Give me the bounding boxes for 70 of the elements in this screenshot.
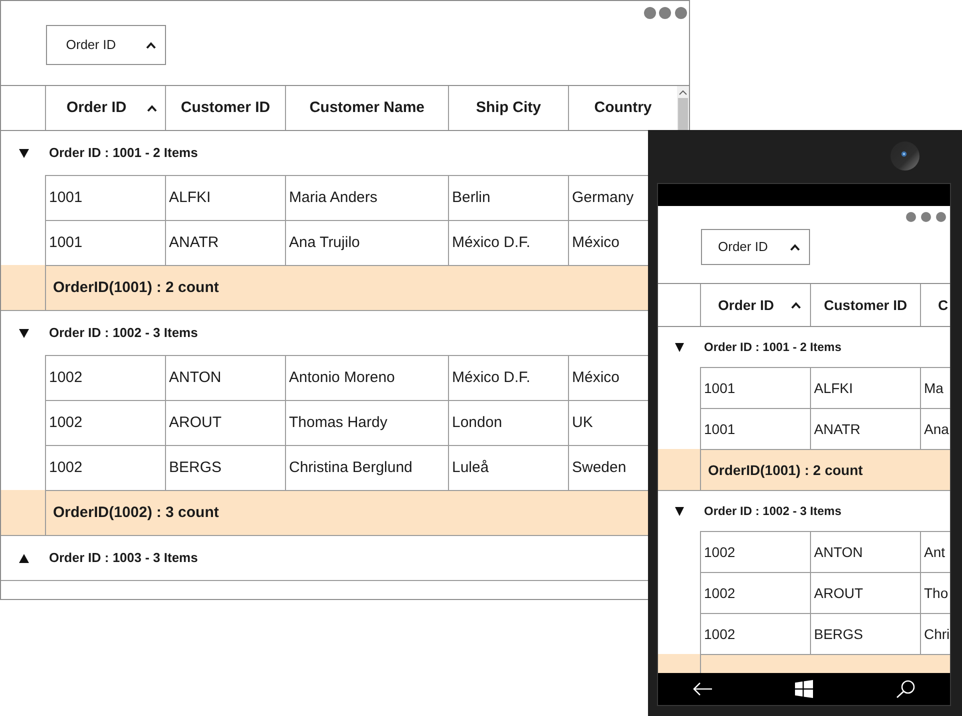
down-triangle-icon[interactable] (675, 506, 684, 516)
table-cell: Thomas Hardy (285, 400, 448, 445)
table-cell: Tho (920, 572, 950, 613)
back-arrow-icon[interactable] (693, 682, 712, 696)
column-header[interactable]: Customer ID (165, 86, 285, 130)
table-cell: ANTON (165, 355, 285, 400)
column-header[interactable]: C (920, 284, 950, 326)
table-cell: Chri (920, 613, 950, 654)
column-header[interactable]: Customer ID (810, 284, 920, 326)
table-cell: 1002 (45, 445, 165, 490)
down-triangle-icon[interactable] (19, 328, 29, 338)
table-cell: AROUT (165, 400, 285, 445)
table-cell: México D.F. (448, 220, 568, 265)
camera-lens-icon (890, 141, 920, 171)
table-cell: México D.F. (448, 355, 568, 400)
table-cell: ALFKI (810, 367, 920, 408)
table-cell: 1001 (700, 367, 810, 408)
table-cell: ANTON (810, 531, 920, 572)
chevron-up-icon[interactable] (790, 244, 800, 250)
group-caption: Order ID : 1001 - 2 Items (49, 144, 198, 162)
scroll-up-icon[interactable] (679, 90, 687, 95)
group-caption: Order ID : 1001 - 2 Items (704, 339, 842, 356)
summary-text: OrderID(1001) : 2 count (707, 460, 863, 480)
table-cell: BERGS (165, 445, 285, 490)
table-cell: Ana Trujilo (285, 220, 448, 265)
summary-text: OrderID(1001) : 2 count (52, 278, 219, 298)
column-header[interactable]: Order ID (700, 284, 810, 326)
group-caption: Order ID : 1002 - 3 Items (49, 324, 198, 342)
table-cell: 1001 (700, 408, 810, 449)
group-caption: Order ID : 1002 - 3 Items (704, 503, 842, 520)
group-chip[interactable]: Order ID (701, 229, 810, 265)
four-squares-icon[interactable] (795, 680, 813, 698)
table-cell: 1002 (45, 355, 165, 400)
table-cell: Ant (920, 531, 950, 572)
table-cell: London (448, 400, 568, 445)
table-cell: Ma (920, 367, 950, 408)
table-cell: BERGS (810, 613, 920, 654)
scrollbar-thumb[interactable] (678, 98, 688, 130)
down-triangle-icon[interactable] (675, 342, 684, 352)
group-caption: Order ID : 1003 - 3 Items (49, 549, 198, 568)
column-header[interactable]: Customer Name (285, 86, 448, 130)
up-triangle-icon[interactable] (19, 554, 29, 562)
table-cell: 1002 (700, 572, 810, 613)
summary-text: OrderID(1002) : 3 count (52, 502, 219, 523)
vertical-scrollbar[interactable] (677, 86, 689, 130)
chevron-up-icon[interactable] (791, 302, 801, 308)
column-header[interactable]: Ship City (448, 86, 568, 130)
table-cell: Christina Berglund (285, 445, 448, 490)
table-cell: ANATR (810, 408, 920, 449)
down-triangle-icon[interactable] (19, 148, 29, 158)
table-cell: 1001 (45, 220, 165, 265)
table-cell: 1001 (45, 175, 165, 220)
group-chip[interactable]: Order ID (46, 25, 166, 65)
table-cell: Berlin (448, 175, 568, 220)
table-cell: Ana (920, 408, 950, 449)
chevron-up-icon[interactable] (147, 104, 157, 112)
table-cell: 1002 (45, 400, 165, 445)
table-cell: 1002 (700, 531, 810, 572)
more-icon[interactable] (644, 7, 687, 19)
column-header[interactable]: Order ID (45, 86, 165, 130)
search-icon[interactable] (896, 680, 915, 698)
table-cell: 1002 (700, 613, 810, 654)
table-cell: Antonio Moreno (285, 355, 448, 400)
table-cell: AROUT (810, 572, 920, 613)
table-cell: Luleå (448, 445, 568, 490)
table-cell: Maria Anders (285, 175, 448, 220)
table-cell: ALFKI (165, 175, 285, 220)
table-cell: ANATR (165, 220, 285, 265)
chevron-up-icon[interactable] (146, 42, 156, 48)
more-icon[interactable] (906, 212, 946, 222)
